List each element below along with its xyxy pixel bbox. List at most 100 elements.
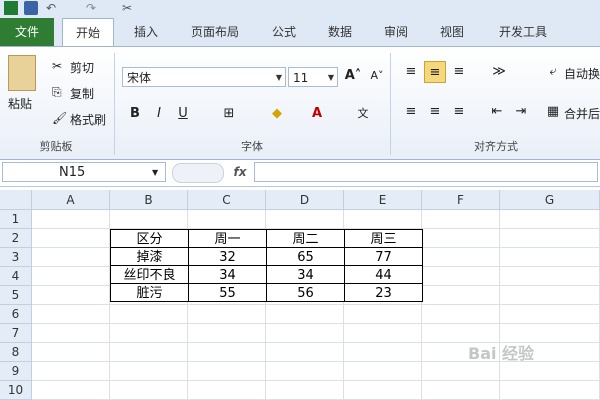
font-color-icon[interactable]: A — [306, 103, 328, 125]
grid-cell[interactable] — [188, 210, 266, 229]
table-cell[interactable]: 34 — [188, 265, 267, 284]
grid-cell[interactable] — [110, 381, 188, 400]
merge-icon[interactable]: ▦ — [542, 101, 564, 123]
insert-function-button[interactable]: fx — [228, 162, 252, 182]
align-left-icon[interactable]: ≡ — [400, 101, 422, 123]
grid-cell[interactable] — [422, 229, 500, 248]
grid-cell[interactable] — [266, 305, 344, 324]
grow-font-icon[interactable]: A˄ — [342, 65, 364, 87]
table-cell[interactable]: 丝印不良 — [110, 265, 189, 284]
table-cell[interactable]: 32 — [188, 247, 267, 266]
grid-cell[interactable] — [500, 305, 600, 324]
underline-button[interactable]: U — [172, 103, 194, 125]
align-right-icon[interactable]: ≡ — [448, 101, 470, 123]
save-icon[interactable] — [24, 1, 38, 15]
grid-cell[interactable] — [344, 324, 422, 343]
row-header[interactable]: 9 — [0, 362, 32, 381]
row-header[interactable]: 7 — [0, 324, 32, 343]
grid-cell[interactable] — [188, 324, 266, 343]
grid-cell[interactable] — [32, 381, 110, 400]
grid-cell[interactable] — [500, 229, 600, 248]
grid-cell[interactable] — [266, 210, 344, 229]
table-cell[interactable]: 掉漆 — [110, 247, 189, 266]
align-middle-icon[interactable]: ≡ — [424, 61, 446, 83]
increase-indent-icon[interactable]: ⇥ — [510, 101, 532, 123]
tab-file[interactable]: 文件 — [0, 18, 54, 46]
row-header[interactable]: 3 — [0, 248, 32, 267]
font-size-select[interactable]: 11 ▼ — [288, 67, 338, 87]
select-all-corner[interactable] — [0, 190, 32, 210]
grid-cell[interactable] — [110, 210, 188, 229]
grid-cell[interactable] — [422, 210, 500, 229]
formula-input[interactable] — [254, 162, 598, 182]
grid-cell[interactable] — [422, 248, 500, 267]
chevron-down-icon[interactable]: ▼ — [152, 168, 158, 177]
tab-view[interactable]: 视图 — [430, 18, 474, 46]
borders-icon[interactable]: ⊞ — [218, 103, 240, 125]
grid-cell[interactable] — [110, 362, 188, 381]
fill-color-icon[interactable]: ◆ — [266, 103, 288, 125]
wrap-text-button[interactable]: 自动换 — [564, 65, 600, 82]
column-header[interactable]: B — [110, 190, 188, 210]
cut-button[interactable]: 剪切 — [70, 59, 94, 76]
grid-cell[interactable] — [500, 248, 600, 267]
table-cell[interactable]: 77 — [344, 247, 423, 266]
customize-icon[interactable]: ✂ — [122, 1, 136, 15]
column-header[interactable]: D — [266, 190, 344, 210]
grid-cell[interactable] — [422, 267, 500, 286]
grid-cell[interactable] — [422, 305, 500, 324]
copy-icon[interactable]: ⎘ — [52, 85, 62, 100]
grid-cell[interactable] — [188, 362, 266, 381]
merge-button[interactable]: 合并后 — [564, 105, 600, 122]
grid-cell[interactable] — [32, 343, 110, 362]
grid-cell[interactable] — [32, 362, 110, 381]
orientation-icon[interactable]: ≫ — [488, 61, 510, 83]
row-header[interactable]: 10 — [0, 381, 32, 400]
undo-icon[interactable]: ↶ — [46, 1, 60, 15]
grid-cell[interactable] — [188, 343, 266, 362]
column-header[interactable]: G — [500, 190, 600, 210]
grid-cell[interactable] — [344, 210, 422, 229]
align-center-icon[interactable]: ≡ — [424, 101, 446, 123]
grid-cell[interactable] — [266, 343, 344, 362]
shrink-font-icon[interactable]: A˅ — [366, 65, 388, 87]
table-header-cell[interactable]: 周三 — [344, 229, 423, 248]
table-cell[interactable]: 44 — [344, 265, 423, 284]
align-bottom-icon[interactable]: ≡ — [448, 61, 470, 83]
table-cell[interactable]: 34 — [266, 265, 345, 284]
grid-cell[interactable] — [32, 248, 110, 267]
grid-cell[interactable] — [32, 210, 110, 229]
grid-cell[interactable] — [188, 305, 266, 324]
wrap-text-icon[interactable]: ⤶ — [542, 61, 564, 83]
tab-review[interactable]: 审阅 — [374, 18, 418, 46]
column-header[interactable]: E — [344, 190, 422, 210]
tab-home[interactable]: 开始 — [62, 18, 114, 47]
grid-cell[interactable] — [188, 381, 266, 400]
grid-cell[interactable] — [422, 286, 500, 305]
bold-button[interactable]: B — [124, 103, 146, 125]
tab-developer[interactable]: 开发工具 — [488, 18, 558, 46]
column-header[interactable]: C — [188, 190, 266, 210]
phonetic-icon[interactable]: 文 — [352, 103, 374, 125]
grid-cell[interactable] — [110, 343, 188, 362]
paste-icon[interactable] — [8, 55, 36, 91]
row-header[interactable]: 1 — [0, 210, 32, 229]
grid-cell[interactable] — [32, 267, 110, 286]
tab-formulas[interactable]: 公式 — [262, 18, 306, 46]
cut-icon[interactable]: ✂ — [52, 59, 62, 73]
grid-cell[interactable] — [32, 229, 110, 248]
grid-cell[interactable] — [344, 381, 422, 400]
format-painter-icon[interactable]: 🖌 — [52, 111, 67, 125]
grid-cell[interactable] — [344, 305, 422, 324]
align-top-icon[interactable]: ≡ — [400, 61, 422, 83]
font-name-select[interactable]: 宋体 ▼ — [122, 67, 286, 87]
table-cell[interactable]: 56 — [266, 283, 345, 302]
grid-cell[interactable] — [266, 381, 344, 400]
table-cell[interactable]: 65 — [266, 247, 345, 266]
table-header-cell[interactable]: 区分 — [110, 229, 189, 248]
table-cell[interactable]: 23 — [344, 283, 423, 302]
table-cell[interactable]: 55 — [188, 283, 267, 302]
row-header[interactable]: 4 — [0, 267, 32, 286]
redo-icon[interactable]: ↷ — [86, 1, 100, 15]
grid-cell[interactable] — [110, 305, 188, 324]
